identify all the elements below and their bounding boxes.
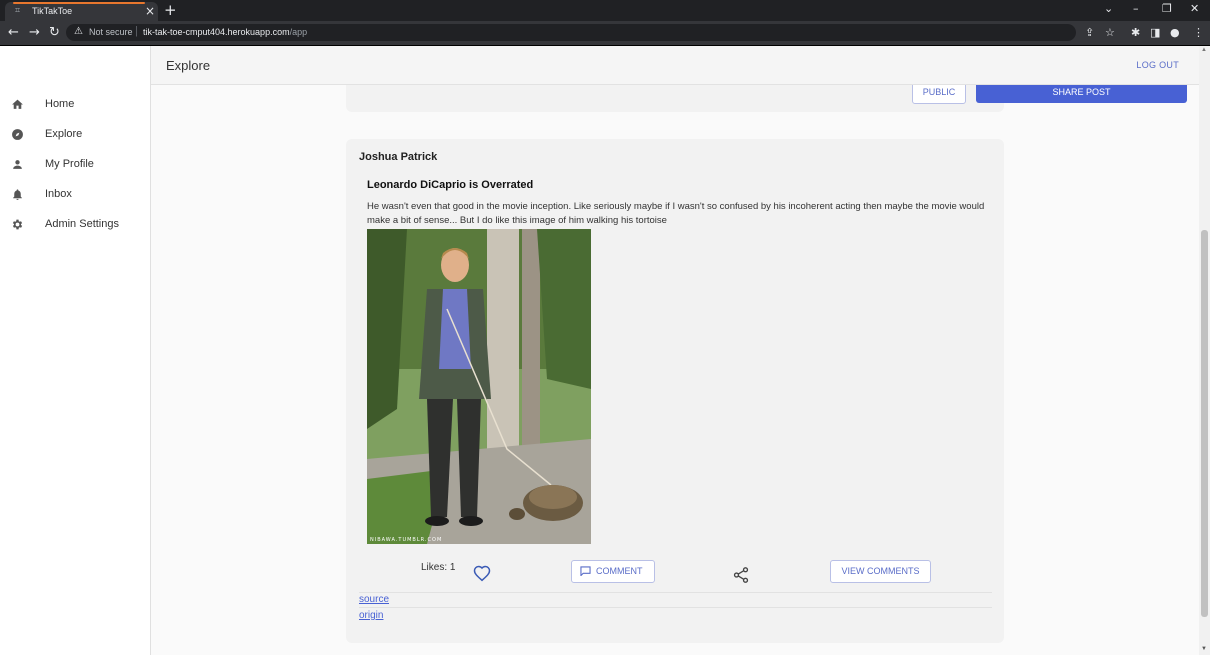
comment-icon	[580, 566, 591, 576]
share-post-button[interactable]: SHARE POST	[976, 85, 1187, 103]
sidebar-item-my-profile[interactable]: My Profile	[0, 152, 150, 180]
origin-link[interactable]: origin	[359, 610, 383, 621]
browser-tab[interactable]: ⌗ TikTakToe ×	[5, 2, 158, 21]
tab-close-icon[interactable]: ×	[145, 4, 155, 18]
url-text: tik-tak-toe-cmput404.herokuapp.com/app	[143, 27, 307, 37]
sidebar-item-admin-settings[interactable]: Admin Settings	[0, 212, 150, 240]
sidebar-item-label: Admin Settings	[45, 218, 119, 230]
url-path: /app	[289, 27, 308, 37]
app-header: Explore LOG OUT	[151, 46, 1210, 85]
image-watermark: NIBAWA.TUMBLR.COM	[370, 537, 442, 543]
not-secure-label: Not secure	[89, 27, 133, 37]
restore-icon[interactable]: ❐	[1162, 2, 1172, 15]
sidebar-item-label: Home	[45, 98, 75, 110]
sidebar-item-inbox[interactable]: Inbox	[0, 182, 150, 210]
profile-avatar-icon[interactable]: ●	[1170, 26, 1180, 39]
sidebar: Home Explore My Profile Inbox Admin Sett…	[0, 46, 151, 655]
post-body: He wasn't even that good in the movie in…	[367, 201, 985, 226]
divider	[359, 592, 992, 593]
feed: PUBLIC SHARE POST Joshua Patrick Leonard…	[151, 85, 1199, 655]
sidebar-item-label: Explore	[45, 128, 83, 140]
logout-button[interactable]: LOG OUT	[1136, 60, 1179, 70]
sidebar-item-explore[interactable]: Explore	[0, 122, 150, 150]
sidebar-item-home[interactable]: Home	[0, 92, 150, 120]
likes-count: Likes: 1	[421, 562, 456, 573]
scrollbar-thumb[interactable]	[1201, 230, 1208, 617]
gear-icon	[12, 219, 23, 230]
visibility-button[interactable]: PUBLIC	[912, 85, 966, 104]
divider	[359, 607, 992, 608]
bookmark-star-icon[interactable]: ☆	[1105, 26, 1115, 39]
scroll-down-icon[interactable]: ▼	[1201, 646, 1207, 652]
tab-search-icon[interactable]: ⌄	[1104, 2, 1113, 15]
browser-tab-strip: ⌗ TikTakToe × + ⌄ – ❐ ✕	[0, 0, 1210, 21]
post-title: Leonardo DiCaprio is Overrated	[367, 179, 534, 191]
person-icon	[13, 160, 22, 169]
tab-title: TikTakToe	[32, 6, 73, 16]
tab-loading-indicator	[13, 2, 145, 4]
post-author: Joshua Patrick	[359, 151, 438, 163]
minimize-icon[interactable]: –	[1133, 2, 1139, 15]
reload-icon[interactable]: ↻	[49, 25, 60, 40]
compass-icon	[12, 129, 23, 140]
bell-icon	[13, 189, 22, 200]
page-title: Explore	[166, 58, 211, 73]
post-composer-card: PUBLIC SHARE POST	[346, 85, 1187, 112]
share-page-icon[interactable]: ⇪	[1085, 26, 1094, 39]
sidebar-item-label: My Profile	[45, 158, 94, 170]
post-image: NIBAWA.TUMBLR.COM	[367, 229, 591, 544]
new-tab-icon[interactable]: +	[164, 1, 177, 19]
url-host: tik-tak-toe-cmput404.herokuapp.com	[143, 27, 290, 37]
close-window-icon[interactable]: ✕	[1190, 2, 1199, 15]
view-comments-button[interactable]: VIEW COMMENTS	[830, 560, 931, 583]
home-icon	[12, 99, 23, 109]
back-icon[interactable]: ←	[8, 25, 19, 40]
favicon-icon: ⌗	[15, 6, 21, 16]
comment-button-label: COMMENT	[596, 566, 643, 576]
source-link[interactable]: source	[359, 594, 389, 605]
address-bar[interactable]: ⚠ Not secure | tik-tak-toe-cmput404.hero…	[66, 24, 1076, 41]
forward-icon[interactable]: →	[29, 25, 40, 40]
share-icon[interactable]	[732, 566, 750, 584]
sidebar-item-label: Inbox	[45, 188, 72, 200]
url-separator: |	[135, 25, 138, 37]
browser-menu-icon[interactable]: ⋮	[1193, 26, 1204, 39]
scroll-up-icon[interactable]: ▲	[1201, 47, 1207, 53]
post-card: Joshua Patrick Leonardo DiCaprio is Over…	[346, 139, 1004, 643]
extensions-icon[interactable]: ✱	[1131, 26, 1140, 39]
warning-icon: ⚠	[74, 26, 83, 37]
heart-icon[interactable]	[472, 565, 492, 583]
browser-toolbar: ← → ↻ ⚠ Not secure | tik-tak-toe-cmput40…	[0, 21, 1210, 46]
side-panel-icon[interactable]: ◨	[1150, 26, 1160, 39]
comment-button[interactable]: COMMENT	[571, 560, 655, 583]
